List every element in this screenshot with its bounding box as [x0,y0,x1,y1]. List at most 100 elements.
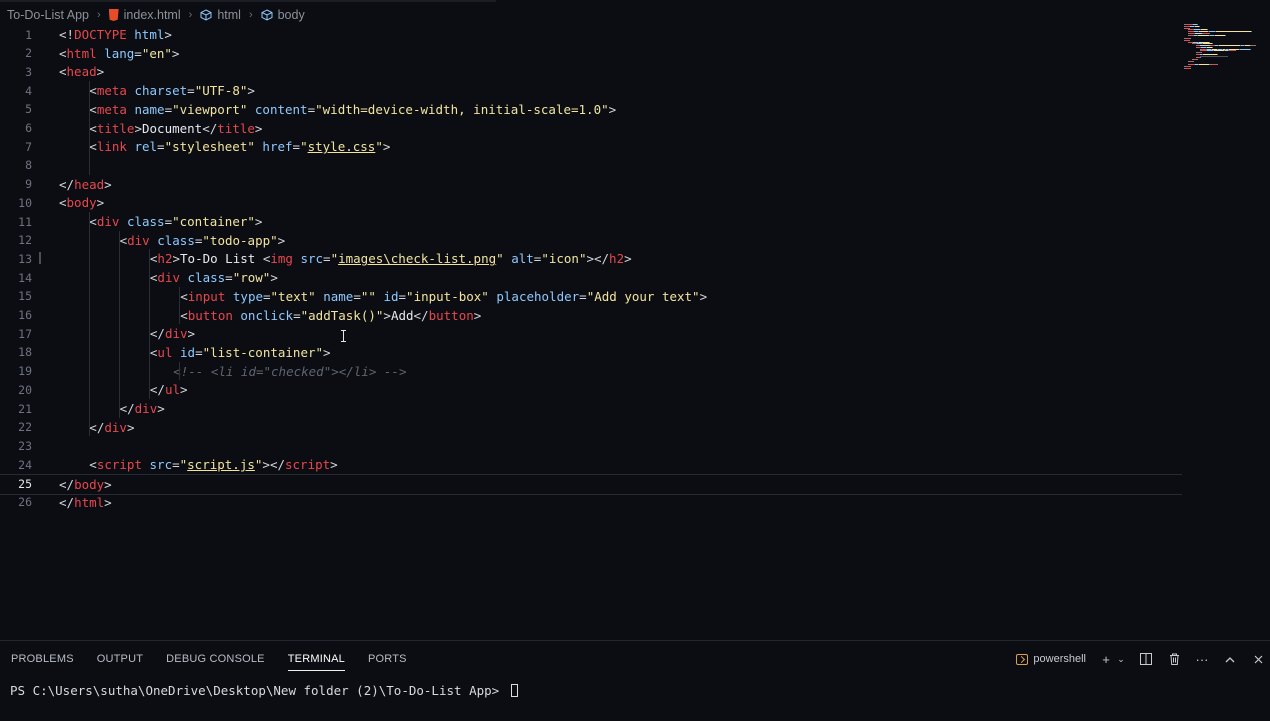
line-number: 26 [18,495,32,509]
breadcrumb-file-label: index.html [123,8,181,22]
code-line[interactable]: 10 <body> [0,193,1182,212]
code-token: "row" [232,270,271,286]
code-line[interactable]: 7 <link rel="stylesheet" href="style.css"… [0,137,1182,156]
terminal-icon [1016,653,1029,665]
code-token: = [292,139,301,155]
code-token: To-Do List [180,251,263,267]
code-line[interactable]: 20 </ul> [0,380,1182,399]
code-token: = [398,288,407,304]
line-number: 4 [25,83,32,98]
code-token: charset [134,83,188,99]
code-text: </div> [150,326,195,341]
code-token: </ [202,120,218,136]
line-number: 16 [18,308,32,322]
line-number: 6 [25,121,32,135]
code-token: link [96,139,127,155]
code-line[interactable]: 24 <script src="script.js"></script> [0,455,1182,474]
code-token: head [74,176,105,192]
code-line[interactable]: 12 <div class="todo-app"> [0,231,1182,250]
breadcrumb-html[interactable]: html [200,8,241,22]
tab-debug-console[interactable]: DEBUG CONSOLE [166,641,265,677]
minimap-token [1250,48,1251,50]
line-number: 3 [25,64,32,79]
code-line[interactable]: 5 <meta name="viewport" content="width=de… [0,100,1182,119]
tab-terminal[interactable]: TERMINAL [287,641,346,677]
code-token: = [134,45,142,61]
code-token: > [96,195,105,211]
code-line[interactable]: 11 <div class="container"> [0,212,1182,231]
code-line[interactable]: 8 [0,156,1182,175]
close-panel-icon[interactable] [1250,651,1266,667]
code-token: > [171,45,180,61]
chevron-down-icon[interactable]: ⌄ [1116,651,1126,667]
code-line[interactable]: 1 <!DOCTYPE html> [0,25,1182,44]
code-text: </head> [59,177,112,192]
code-token: > [247,83,255,99]
code-token: = [157,139,165,155]
tab-output[interactable]: OUTPUT [97,641,143,677]
code-token: </ [59,476,75,492]
code-token: > [254,214,263,229]
code-line[interactable]: 14 <div class="row"> [0,268,1182,287]
split-terminal-icon[interactable] [1138,651,1154,667]
code-token: < [59,45,67,61]
code-token: = [353,288,361,304]
code-line[interactable]: 22 </div> [0,418,1182,437]
line-number: 18 [18,345,32,360]
minimap-token [1217,64,1218,66]
maximize-panel-icon[interactable] [1222,651,1238,667]
code-line[interactable]: 6 <title>Document</title> [0,119,1182,138]
code-editor[interactable]: 1 <!DOCTYPE html> 2 <html lang="en"> 3 <head>… [0,24,1270,534]
code-token: <!-- <li id="checked"></li> --> [173,363,407,379]
code-line[interactable]: 19 <!-- <li id="checked"></li> --> [0,362,1182,381]
code-line[interactable]: 23 [0,436,1182,455]
line-number: 19 [18,364,32,379]
code-token: class [187,270,226,286]
minimap-token [1216,31,1251,32]
code-line[interactable]: 4 <meta charset="UTF-8"> [0,81,1182,100]
minimap-token [1255,45,1256,46]
breadcrumb-body[interactable]: body [261,8,305,22]
code-token: "viewport" [172,101,248,117]
minimap-token [1190,67,1191,69]
line-number: 9 [25,177,32,192]
code-token: onclick [240,307,294,323]
code-line[interactable]: 21 </div> [0,399,1182,418]
trash-icon[interactable] [1166,651,1182,667]
line-number: 5 [25,102,32,117]
code-line[interactable]: 13 <h2>To-Do List <img src="images\check-… [0,249,1182,268]
terminal-line[interactable]: PS C:\Users\sutha\OneDrive\Desktop\New f… [10,683,518,698]
code-line[interactable]: 16 <button onclick="addTask()">Add</butto… [0,306,1182,325]
code-token: rel [134,139,158,155]
minimap[interactable] [1184,24,1258,70]
code-line[interactable]: 18 <ul id="list-container"> [0,343,1182,362]
code-line[interactable]: 26 </html> [0,493,1182,512]
code-line[interactable]: 2 <html lang="en"> [0,44,1182,63]
code-token: content [254,101,308,117]
code-line[interactable]: 15 <input type="text" name="" id="input-b… [0,287,1182,306]
code-text: <input type="text" name="" id="input-box… [180,289,707,304]
code-token: html [74,494,105,510]
tab-ports[interactable]: PORTS [368,641,407,677]
code-token: title [217,120,255,136]
code-token: = [164,101,173,117]
code-line[interactable]: 17 </div> [0,324,1182,343]
breadcrumb-folder[interactable]: To-Do-List App [7,8,89,22]
new-terminal-icon[interactable]: + [1098,651,1114,667]
code-token: = [172,457,180,473]
terminal-cursor [510,684,518,697]
tab-problems[interactable]: PROBLEMS [11,641,74,677]
code-token: < [89,139,97,155]
code-token: > [96,64,105,80]
code-token: < [89,83,97,99]
minimap-token [1190,38,1191,39]
terminal-shell-selector[interactable]: powershell [1016,653,1086,665]
code-token: > [608,101,617,117]
code-text: </ul> [150,382,188,397]
more-actions-icon[interactable]: ··· [1194,651,1210,667]
code-token: > [624,251,632,267]
code-line[interactable]: 3 <head> [0,62,1182,81]
breadcrumb-file[interactable]: index.html [108,8,181,22]
code-line[interactable]: 9 </head> [0,175,1182,194]
